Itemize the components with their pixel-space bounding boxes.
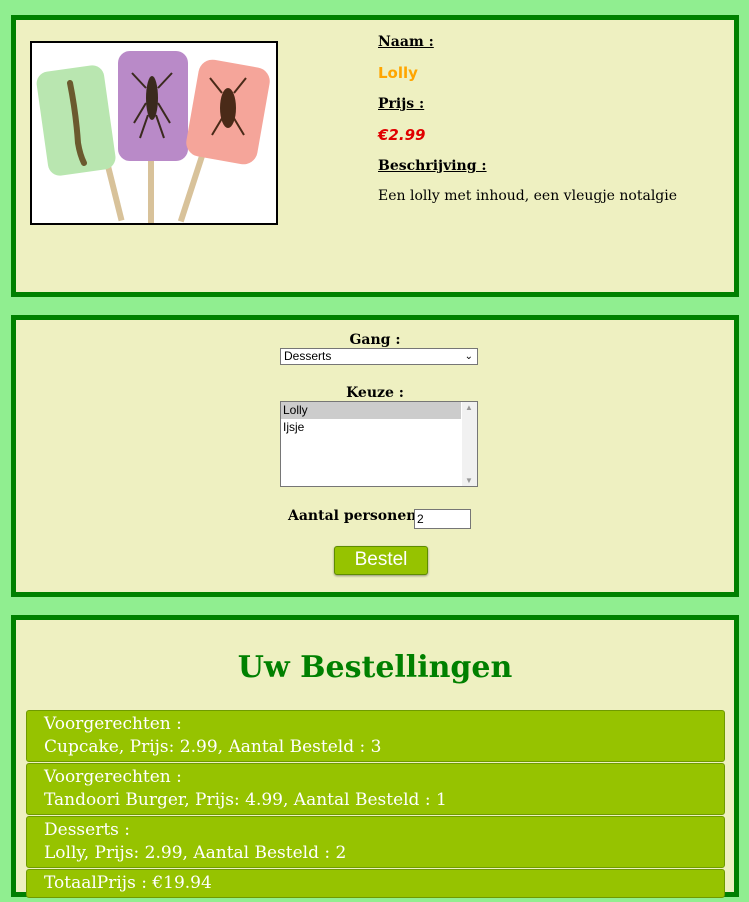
scroll-down-icon[interactable]: ▼ <box>465 476 473 485</box>
persons-input[interactable]: 2 <box>414 509 471 529</box>
course-select[interactable]: Desserts ⌄ <box>280 348 478 365</box>
orders-list: Voorgerechten : Cupcake, Prijs: 2.99, Aa… <box>26 710 725 899</box>
course-selected-value: Desserts <box>284 349 332 363</box>
order-course: Desserts : <box>44 820 131 840</box>
orders-panel: Uw Bestellingen Voorgerechten : Cupcake,… <box>11 615 739 899</box>
persons-label: Aantal personen : <box>288 508 427 524</box>
order-course: Voorgerechten : <box>44 767 182 787</box>
order-form-panel: Gang : Desserts ⌄ Keuze : Lolly Ijsje ▲ … <box>11 315 739 597</box>
product-panel: Naam : Lolly Prijs : €2.99 Beschrijving … <box>11 15 739 297</box>
product-image <box>30 41 278 225</box>
product-info: Naam : Lolly Prijs : €2.99 Beschrijving … <box>378 34 677 204</box>
order-line: Cupcake, Prijs: 2.99, Aantal Besteld : 3 <box>44 737 382 757</box>
choice-label: Keuze : <box>346 385 404 401</box>
chevron-down-icon: ⌄ <box>464 351 473 362</box>
choice-listbox[interactable]: Lolly Ijsje ▲ ▼ <box>280 401 478 487</box>
price-label: Prijs : <box>378 96 425 112</box>
description-label: Beschrijving : <box>378 158 487 174</box>
order-line: Lolly, Prijs: 2.99, Aantal Besteld : 2 <box>44 843 347 863</box>
scroll-up-icon[interactable]: ▲ <box>465 403 473 412</box>
order-course: Voorgerechten : <box>44 714 182 734</box>
order-line: Tandoori Burger, Prijs: 4.99, Aantal Bes… <box>44 790 447 810</box>
choice-option-ijsje[interactable]: Ijsje <box>281 419 461 436</box>
product-description: Een lolly met inhoud, een vleugje notalg… <box>378 188 678 204</box>
order-item: Voorgerechten : Tandoori Burger, Prijs: … <box>26 763 725 815</box>
orders-title: Uw Bestellingen <box>237 650 513 685</box>
product-price: €2.99 <box>378 126 426 144</box>
name-label: Naam : <box>378 34 434 50</box>
order-item: Voorgerechten : Cupcake, Prijs: 2.99, Aa… <box>26 710 725 762</box>
choice-option-lolly[interactable]: Lolly <box>281 402 461 419</box>
course-label: Gang : <box>349 332 401 348</box>
listbox-scrollbar[interactable]: ▲ ▼ <box>462 402 477 486</box>
order-button[interactable]: Bestel <box>334 546 428 575</box>
order-item: Desserts : Lolly, Prijs: 2.99, Aantal Be… <box>26 816 725 868</box>
order-total: TotaalPrijs : €19.94 <box>26 869 725 898</box>
product-name: Lolly <box>378 64 418 82</box>
